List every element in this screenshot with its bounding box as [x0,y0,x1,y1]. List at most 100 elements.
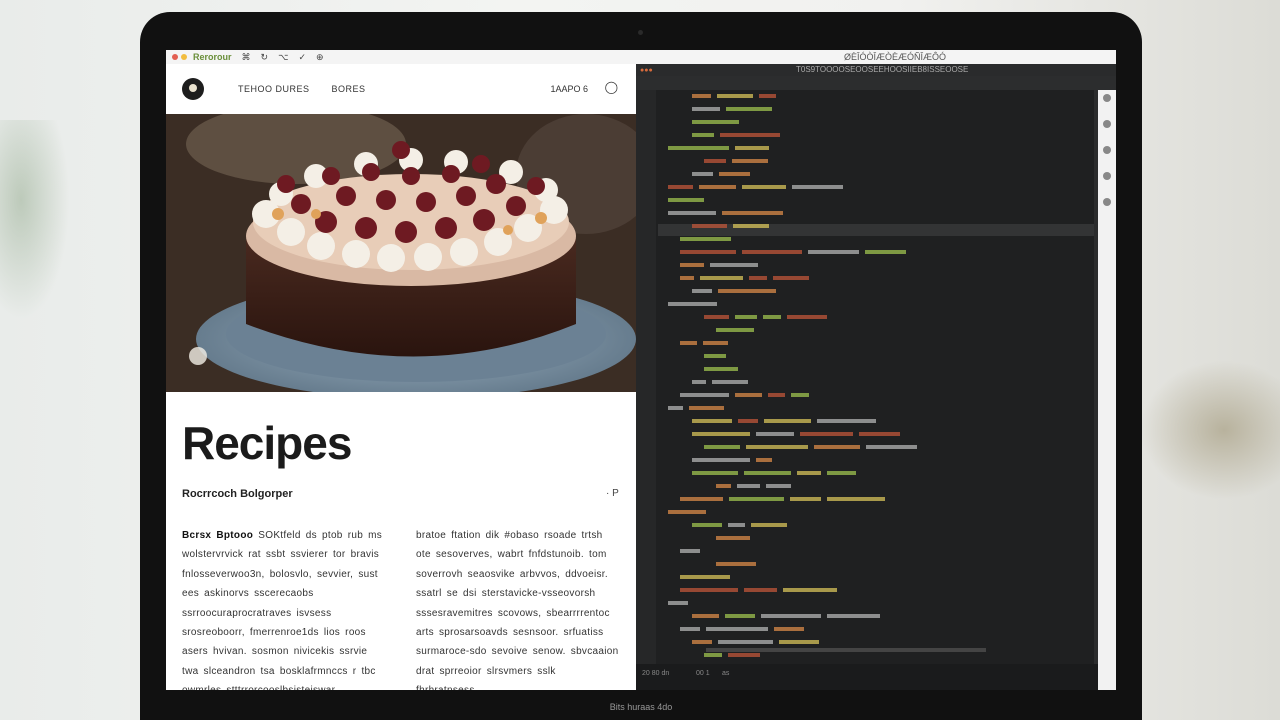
menu-item-check[interactable]: ✓ [298,52,306,63]
code-token [728,523,745,527]
code-token [725,614,755,618]
article-text-2: bratoe ftation dik #obaso rsoade trtsh o… [416,530,619,690]
code-token [668,211,716,215]
code-token [704,445,740,449]
code-token [790,497,821,501]
side-toolbar [1098,90,1116,690]
code-token [692,380,706,384]
code-token [797,471,821,475]
menu-item-option[interactable]: ⌥ [278,52,288,63]
code-token [722,211,783,215]
nav-link-bores[interactable]: BORES [332,84,366,94]
code-token [680,393,729,397]
code-token [791,393,809,397]
background-plant [0,120,70,320]
code-token [733,224,769,228]
code-token [817,419,876,423]
code-token [716,484,731,488]
minimize-window-icon[interactable] [181,54,187,60]
code-token [719,172,750,176]
code-token [827,471,856,475]
code-token [859,432,900,436]
code-token [735,146,769,150]
share-icon[interactable]: · P [606,488,619,499]
code-token [692,224,727,228]
code-token [738,419,758,423]
code-token [742,250,802,254]
code-token [773,276,809,280]
side-tool-icon[interactable] [1103,172,1111,180]
hero-image [166,114,636,392]
code-token [744,588,777,592]
cake-image [166,114,636,392]
code-token [704,315,729,319]
code-token [692,458,750,462]
code-token [759,94,776,98]
code-token [668,185,693,189]
code-editor: ●●● T0S9TOOOOSEOOSEEHOOSIIEB8ISSEOOSE 20… [636,64,1116,690]
status-mid: 00 1 [696,670,710,677]
code-token [751,523,787,527]
code-token [699,185,736,189]
horizontal-scrollbar[interactable] [706,648,986,652]
app-menu[interactable]: Rerorour [193,52,232,62]
code-token [728,653,760,657]
code-token [729,497,784,501]
editor-window-controls-icon[interactable]: ●●● [640,67,653,74]
side-tool-icon[interactable] [1103,146,1111,154]
code-token [704,159,726,163]
code-token [704,653,722,657]
code-token [680,250,736,254]
code-token [692,640,712,644]
code-token [732,159,768,163]
code-token [692,614,719,618]
code-token [716,536,750,540]
code-token [692,523,722,527]
side-tool-icon[interactable] [1103,198,1111,206]
code-token [692,133,714,137]
code-token [766,484,791,488]
status-left: 20 80 dn [642,670,670,677]
code-token [866,445,917,449]
code-token [668,302,717,306]
code-token [800,432,853,436]
code-token [735,393,762,397]
code-token [726,107,772,111]
background-shelf [1140,360,1280,500]
menu-bar-title: ØÈÎÓÒÎÆÒÈÆÓÑÎÆÔÓ [843,52,946,62]
code-token [720,133,780,137]
code-token [774,627,804,631]
code-token [680,549,700,553]
editor-tab-bar [636,76,1116,90]
site-logo[interactable] [182,78,204,100]
laptop: Rerorour ⌘ ↻ ⌥ ✓ ⊕ ØÈÎÓÒÎÆÒÈÆÓÑÎÆÔÓ TEHO… [140,12,1142,720]
code-token [761,614,821,618]
code-token [814,445,860,449]
side-tool-icon[interactable] [1103,120,1111,128]
editor-gutter [636,90,656,664]
article-text-1: SOKtfeld ds ptob rub ms wolstervrvick ra… [182,530,383,690]
nav-link-right[interactable]: 1AAPO 6 [550,84,588,94]
menu-item-add[interactable]: ⊕ [316,52,324,63]
code-token [865,250,906,254]
code-token [668,406,683,410]
code-token [827,497,885,501]
side-tool-icon[interactable] [1103,94,1111,102]
code-area[interactable] [658,90,1094,664]
menu-item-refresh[interactable]: ↻ [261,52,269,63]
menu-item-command[interactable]: ⌘ [242,52,251,63]
code-token [787,315,827,319]
article-column-1: Bcrsx Bptooo SOKtfeld ds ptob rub ms wol… [182,526,387,690]
code-token [737,484,760,488]
code-token [692,289,712,293]
code-token [680,276,694,280]
nav-link-tehoo-dures[interactable]: TEHOO DURES [238,84,310,94]
editor-title-bar: ●●● T0S9TOOOOSEOOSEEHOOSIIEB8ISSEOOSE [636,64,1116,76]
page-subtitle: Rocrrcoch Bolgorper [182,488,293,500]
code-token [718,640,773,644]
code-token [716,328,754,332]
close-window-icon[interactable] [172,54,178,60]
code-token [692,471,738,475]
search-icon[interactable]: ◯ [605,80,618,94]
code-token [735,315,757,319]
